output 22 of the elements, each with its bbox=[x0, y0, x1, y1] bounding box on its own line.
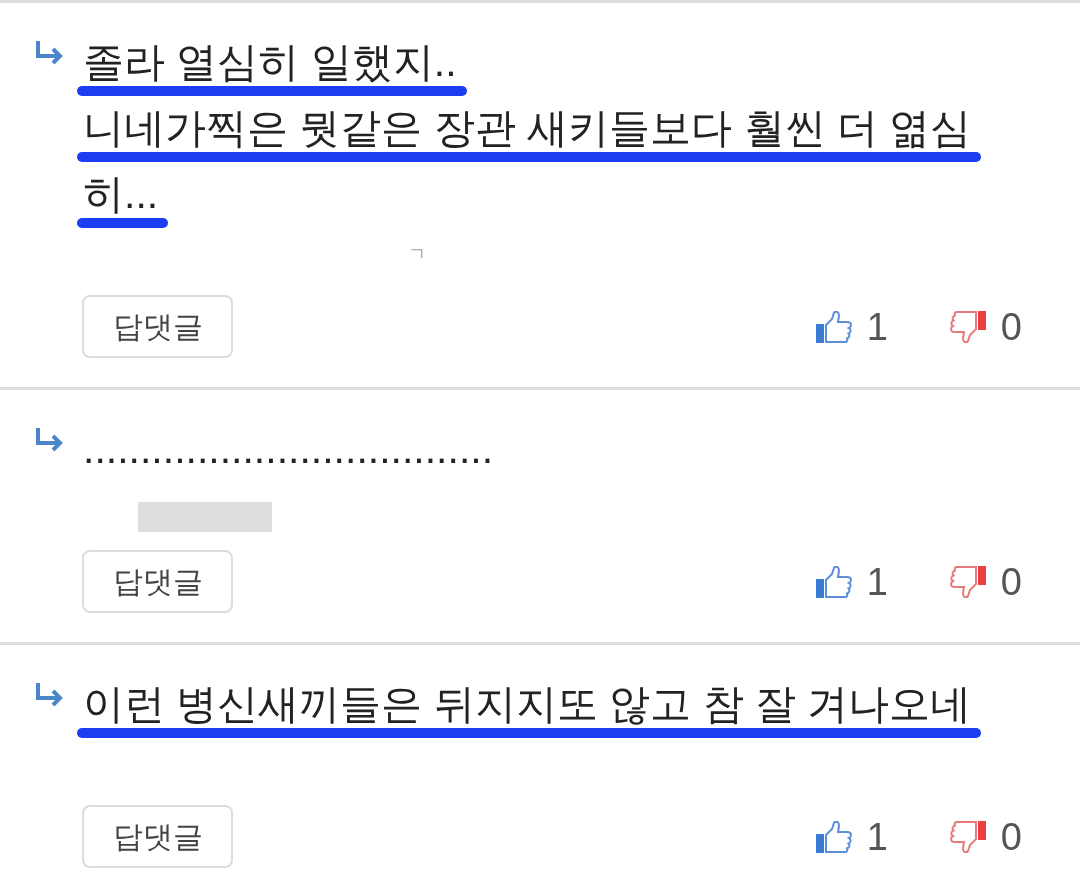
dislike-button[interactable]: 0 bbox=[949, 304, 1022, 349]
reply-button[interactable]: 답댓글 bbox=[82, 805, 233, 868]
dislike-button[interactable]: 0 bbox=[949, 814, 1022, 859]
thumbs-down-icon bbox=[949, 820, 986, 853]
thumbs-up-icon bbox=[815, 310, 852, 343]
like-button[interactable]: 1 bbox=[815, 304, 888, 349]
reply-arrow-icon bbox=[35, 683, 63, 707]
like-button[interactable]: 1 bbox=[815, 559, 888, 604]
comment-text: 졸라 열심히 일했지.. 니네가찍은 뭣같은 장관 새키들보다 훨씬 더 엶심 히... bbox=[83, 38, 972, 219]
thumbs-down-icon bbox=[949, 310, 986, 343]
reply-button[interactable]: 답댓글 bbox=[82, 550, 233, 613]
reply-arrow-icon bbox=[35, 41, 63, 65]
meta-text-fragment: ㄱ bbox=[408, 244, 426, 264]
reply-button[interactable]: 답댓글 bbox=[82, 295, 233, 358]
thumbs-down-icon bbox=[949, 565, 986, 598]
reply-arrow-icon bbox=[35, 428, 63, 452]
thumbs-up-icon bbox=[815, 565, 852, 598]
dislike-button[interactable]: 0 bbox=[949, 559, 1022, 604]
comment-text: .................................... bbox=[83, 425, 494, 474]
thumbs-up-icon bbox=[815, 820, 852, 853]
like-button[interactable]: 1 bbox=[815, 814, 888, 859]
comment-text: 이런 병신새끼들은 뒤지지또 않고 참 잘 겨나오네 bbox=[83, 680, 972, 729]
